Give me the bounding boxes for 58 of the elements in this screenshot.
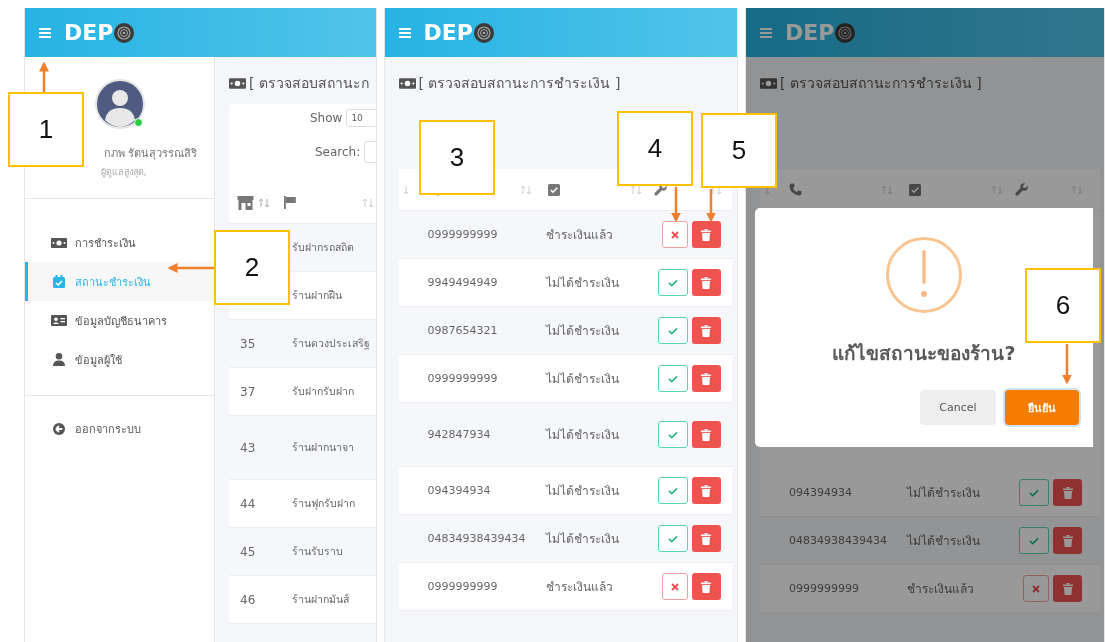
callout-number: 3: [419, 120, 495, 195]
table-cell-text: ร้านฝากมันส์: [292, 592, 349, 607]
search-label: Search:: [315, 145, 361, 159]
callout-number: 6: [1025, 268, 1101, 343]
table-cell-text: ไม่ได้ชำระเงิน: [545, 483, 620, 500]
table-cell-text: ไม่ได้ชำระเงิน: [545, 427, 620, 444]
table-cell-text: ชำระเงินแล้ว: [545, 227, 614, 244]
logout-link[interactable]: ออกจากระบบ: [25, 409, 214, 448]
table-cell-text: 0999999999: [427, 228, 499, 241]
callout-number: 1: [8, 92, 84, 167]
table-cell-text: 04834938439434: [789, 534, 888, 547]
page-title: [ ตรวจสอบสถานะการชำระเงิน ]: [780, 74, 982, 93]
dialog-title: แก้ไขสถานะของร้าน?: [832, 341, 1016, 366]
table-cell-text: ร้านฝากฝืน: [292, 288, 342, 303]
table-cell-text: ร้านดวงประเสริฐ: [292, 336, 370, 352]
table-cell-text: ไม่ได้ชำระเงิน: [907, 485, 981, 502]
logo-text: DEP: [64, 20, 114, 45]
table-cell-text: 44: [239, 496, 257, 511]
table-cell-text: 942847934: [427, 428, 492, 441]
table-cell-text: 0987654321: [427, 324, 499, 337]
sidebar-item[interactable]: ข้อมูลบัญชีธนาคาร: [25, 301, 214, 340]
user-role: ผู้ดูแลสูงสุด,: [99, 166, 147, 179]
table-cell-text: 04834938439434: [427, 532, 527, 545]
table-cell-text: 9949494949: [427, 276, 499, 289]
logo-text: DEP: [423, 20, 473, 45]
table-cell-text: 094394934: [427, 484, 492, 497]
sidebar-item[interactable]: ข้อมูลผู้ใช้: [25, 340, 214, 379]
table-cell-text: ร้านฝากนาจา: [292, 440, 354, 455]
table-cell-text: ไม่ได้ชำระเงิน: [907, 533, 981, 550]
show-label: Show: [310, 111, 343, 125]
page-title: [ ตรวจสอบสถานะก: [249, 74, 369, 93]
table-cell-text: 43: [239, 440, 257, 455]
table-cell-text: รับฝากรถสถิต: [292, 240, 354, 255]
cancel-button[interactable]: Cancel: [920, 390, 996, 425]
table-cell-text: 0999999999: [427, 372, 499, 385]
callout-number: 4: [617, 111, 693, 186]
table-cell-text: 0999999999: [427, 580, 499, 593]
table-cell-text: รับฝากรับฝาก: [292, 384, 354, 399]
table-cell-text: ชำระเงินแล้ว: [545, 579, 614, 596]
callout-number: 2: [214, 230, 290, 305]
table-cell-text: 094394934: [789, 486, 853, 499]
user-name: กภพ รัตนสุวรรณสิริ: [102, 146, 198, 162]
page-title: [ ตรวจสอบสถานะการชำระเงิน ]: [418, 74, 621, 93]
table-cell-text: 37: [239, 384, 257, 399]
table-cell-text: 35: [239, 336, 257, 351]
table-cell-text: ไม่ได้ชำระเงิน: [545, 531, 620, 548]
logo-text: DEP: [785, 20, 835, 45]
table-cell-text: ชำระเงินแล้ว: [907, 581, 975, 598]
table-cell-text: 45: [239, 544, 257, 559]
callout-number: 5: [701, 113, 777, 188]
table-cell-text: 46: [239, 592, 257, 607]
table-cell-text: ไม่ได้ชำระเงิน: [545, 275, 620, 292]
table-cell-text: 0999999999: [789, 582, 860, 595]
table-cell-text: ร้านรับราบ: [292, 544, 343, 559]
sidebar-item[interactable]: การชำระเงิน: [25, 223, 214, 262]
table-cell-text: ร้านฟุกรับฝาก: [292, 496, 355, 512]
table-cell-text: ไม่ได้ชำระเงิน: [545, 371, 620, 388]
table-cell-text: ไม่ได้ชำระเงิน: [545, 323, 620, 340]
